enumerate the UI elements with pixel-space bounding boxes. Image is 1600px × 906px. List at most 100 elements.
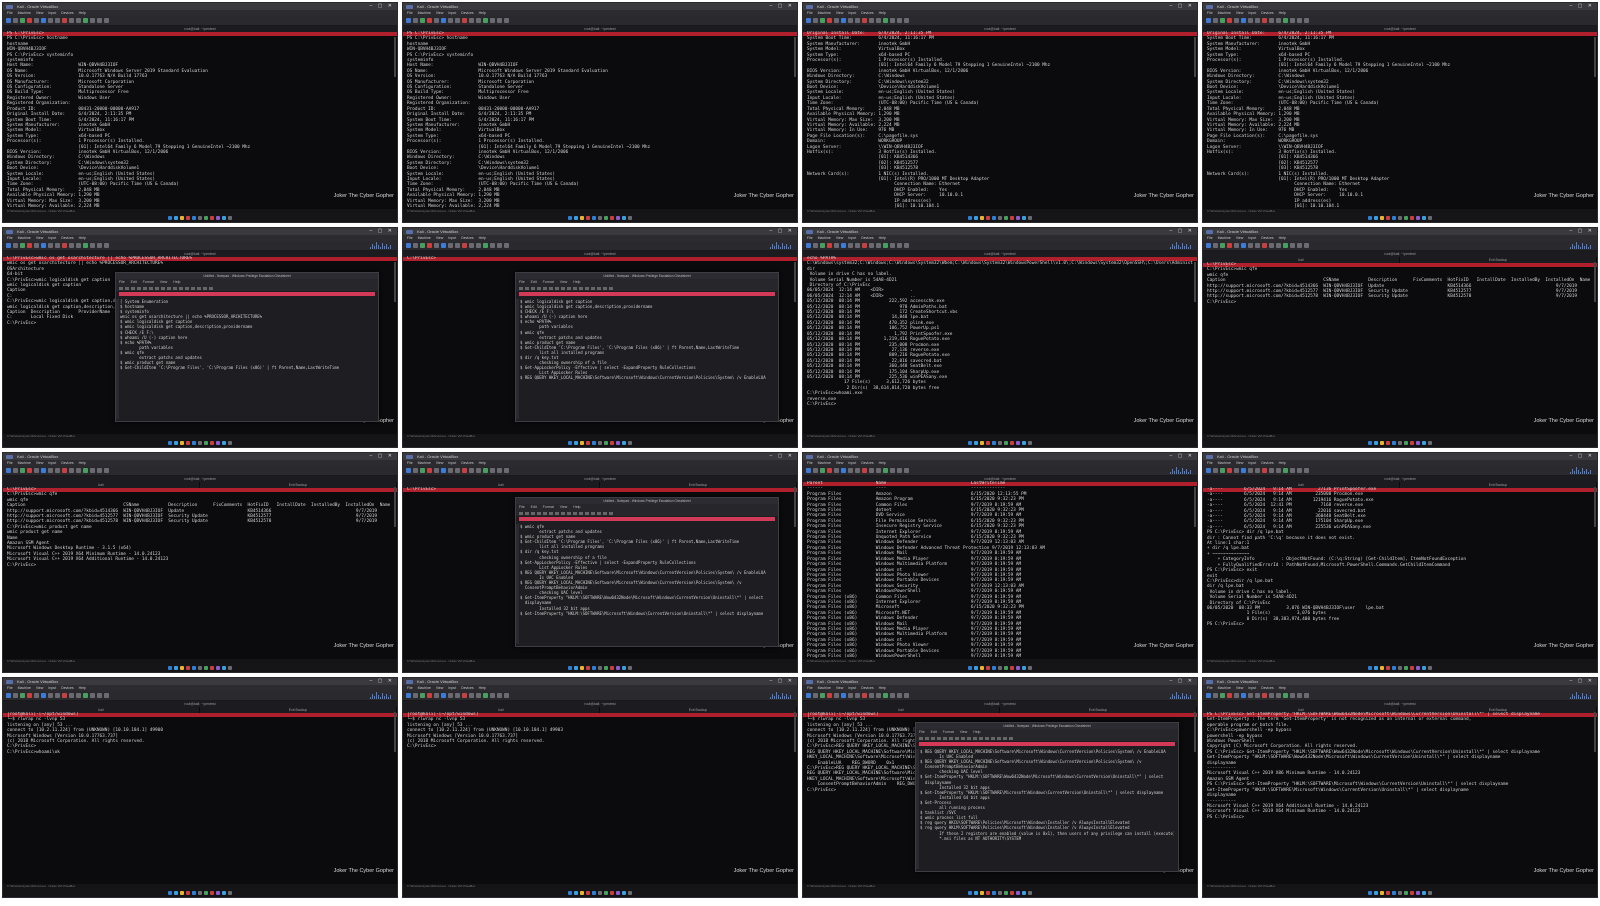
toolbar-icon[interactable] [490, 18, 495, 23]
taskbar-app-icon[interactable] [1422, 665, 1426, 670]
toolbar-icon[interactable] [434, 468, 439, 473]
menu-item[interactable]: Machine [818, 686, 831, 690]
toolbar-icon[interactable] [434, 18, 439, 23]
taskbar-app-icon[interactable] [616, 665, 620, 670]
notepad-tool-icon[interactable] [143, 286, 147, 290]
taskbar-app-icon[interactable] [998, 665, 1002, 670]
window-controls[interactable]: – ▢ ✕ [370, 3, 394, 10]
menu-item[interactable]: Devices [1261, 461, 1273, 465]
menu-item[interactable]: File [407, 236, 413, 240]
menu-item[interactable]: Devices [1261, 236, 1273, 240]
menu-item[interactable]: Devices [461, 236, 473, 240]
toolbar-icon[interactable] [1248, 243, 1253, 248]
toolbar-icon[interactable] [1304, 243, 1309, 248]
taskbar-app-icon[interactable] [1380, 215, 1384, 220]
notepad-text[interactable]: [ System Enumeration $ hostname $ systemin… [120, 299, 374, 419]
toolbar-icon[interactable] [427, 18, 432, 23]
taskbar-app-icon[interactable] [192, 890, 196, 895]
taskbar-app-icon[interactable] [174, 665, 178, 670]
taskbar-app-icon[interactable] [568, 215, 572, 220]
menu-item[interactable]: Help [1279, 236, 1286, 240]
notepad-tool-icon[interactable] [555, 511, 559, 515]
toolbar-icon[interactable] [504, 468, 509, 473]
toolbar-icon[interactable] [806, 468, 811, 473]
taskbar-app-icon[interactable] [204, 665, 208, 670]
taskbar-app-icon[interactable] [180, 665, 184, 670]
taskbar-app-icon[interactable] [228, 440, 232, 445]
taskbar-app-icon[interactable] [974, 890, 978, 895]
toolbar-icon[interactable] [420, 243, 425, 248]
taskbar-app-icon[interactable] [980, 440, 984, 445]
toolbar-icon[interactable] [476, 18, 481, 23]
toolbar-icon[interactable] [34, 693, 39, 698]
notepad-tool-icon[interactable] [603, 511, 607, 515]
menu-item[interactable]: View [1236, 461, 1244, 465]
taskbar-app-icon[interactable] [1004, 215, 1008, 220]
taskbar-app-icon[interactable] [1004, 890, 1008, 895]
menu-item[interactable]: Help [1279, 11, 1286, 15]
toolbar-icon[interactable] [1262, 243, 1267, 248]
notepad-menu-item[interactable]: View [560, 280, 568, 284]
toolbar-icon[interactable] [420, 693, 425, 698]
toolbar-icon[interactable] [406, 18, 411, 23]
taskbar-app-icon[interactable] [1398, 665, 1402, 670]
menu-item[interactable]: File [407, 686, 413, 690]
notepad-tool-icon[interactable] [603, 286, 607, 290]
taskbar-app-icon[interactable] [1374, 665, 1378, 670]
toolbar-icon[interactable] [76, 18, 81, 23]
menu-item[interactable]: Input [848, 461, 856, 465]
toolbar-icon[interactable] [1248, 18, 1253, 23]
toolbar-icon[interactable] [1269, 18, 1274, 23]
menu-item[interactable]: File [1207, 686, 1213, 690]
toolbar-icon[interactable] [1234, 243, 1239, 248]
taskbar-app-icon[interactable] [580, 665, 584, 670]
menu-item[interactable]: Devices [1261, 11, 1273, 15]
menu-item[interactable]: View [436, 461, 444, 465]
taskbar-app-icon[interactable] [198, 215, 202, 220]
taskbar-app-icon[interactable] [598, 665, 602, 670]
taskbar-app-icon[interactable] [204, 440, 208, 445]
toolbar-icon[interactable] [827, 693, 832, 698]
taskbar-app-icon[interactable] [1410, 440, 1414, 445]
taskbar-app-icon[interactable] [192, 440, 196, 445]
taskbar-app-icon[interactable] [1016, 665, 1020, 670]
menu-item[interactable]: File [407, 11, 413, 15]
toolbar-icon[interactable] [97, 243, 102, 248]
menu-item[interactable]: File [7, 461, 13, 465]
toolbar-icon[interactable] [1297, 18, 1302, 23]
taskbar-app-icon[interactable] [1428, 215, 1432, 220]
toolbar-icon[interactable] [1304, 693, 1309, 698]
toolbar-icon[interactable] [876, 693, 881, 698]
toolbar-icon[interactable] [441, 18, 446, 23]
toolbar-icon[interactable] [434, 243, 439, 248]
toolbar-icon[interactable] [69, 468, 74, 473]
taskbar-app-icon[interactable] [186, 215, 190, 220]
notepad-menu-item[interactable]: Help [573, 280, 580, 284]
scrollbar[interactable] [394, 37, 396, 77]
toolbar-icon[interactable] [490, 468, 495, 473]
taskbar-app-icon[interactable] [1392, 890, 1396, 895]
taskbar-app-icon[interactable] [186, 665, 190, 670]
toolbar-icon[interactable] [1241, 18, 1246, 23]
menu-item[interactable]: File [1207, 236, 1213, 240]
toolbar-icon[interactable] [420, 468, 425, 473]
notepad-menu-item[interactable]: View [960, 730, 968, 734]
toolbar-icon[interactable] [13, 693, 18, 698]
menu-item[interactable]: Machine [18, 236, 31, 240]
scrollbar[interactable] [1594, 487, 1596, 527]
toolbar-icon[interactable] [806, 243, 811, 248]
menu-item[interactable]: Machine [418, 686, 431, 690]
toolbar-icon[interactable] [890, 468, 895, 473]
notepad-tool-icon[interactable] [991, 736, 995, 740]
notepad-tool-icon[interactable] [525, 511, 529, 515]
toolbar-icon[interactable] [62, 693, 67, 698]
window-controls[interactable]: – ▢ ✕ [370, 678, 394, 685]
notepad-menu-item[interactable]: Help [973, 730, 980, 734]
menu-item[interactable]: View [36, 11, 44, 15]
taskbar-app-icon[interactable] [198, 440, 202, 445]
taskbar-app-icon[interactable] [1022, 665, 1026, 670]
toolbar-icon[interactable] [806, 18, 811, 23]
toolbar-icon[interactable] [483, 693, 488, 698]
toolbar-icon[interactable] [469, 468, 474, 473]
taskbar-app-icon[interactable] [992, 215, 996, 220]
